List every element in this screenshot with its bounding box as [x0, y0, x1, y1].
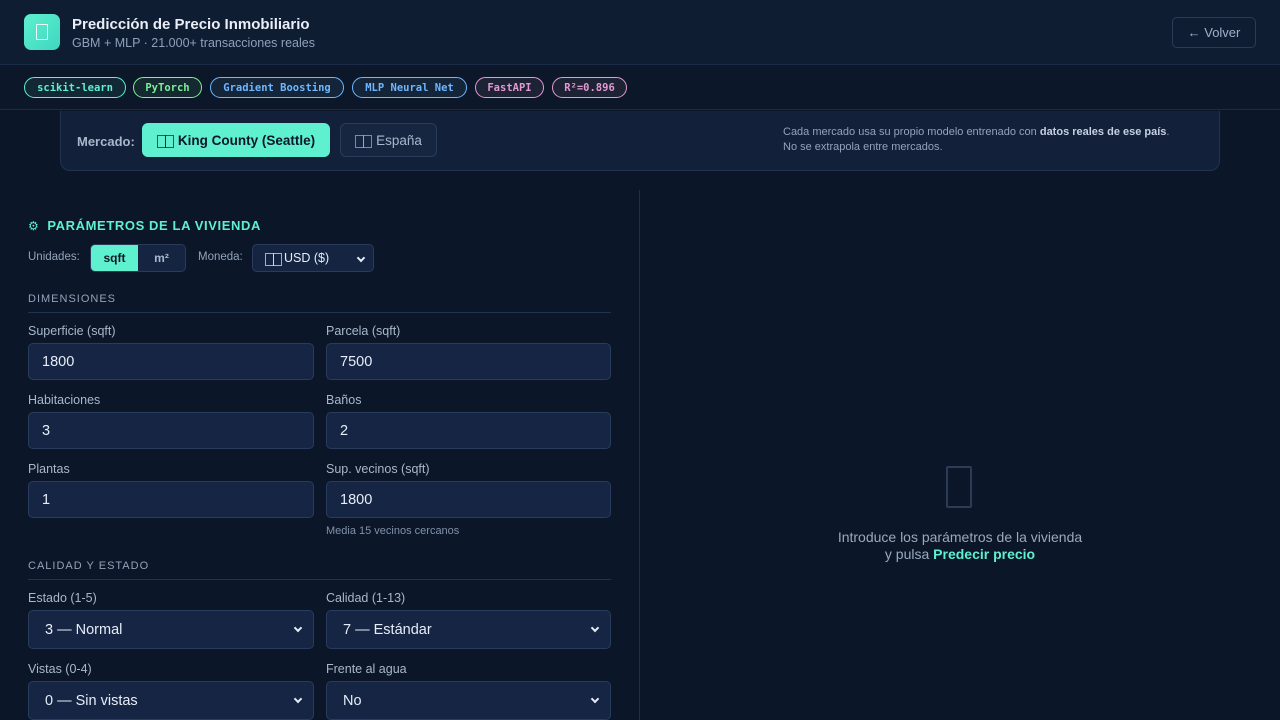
bathrooms-input[interactable]: 2 — [326, 412, 611, 449]
page-title: Predicción de Precio Inmobiliario — [72, 16, 310, 33]
units-m2-button[interactable]: m² — [138, 245, 185, 271]
chevron-down-icon — [590, 623, 600, 633]
market-option-label: King County (Seattle) — [177, 132, 316, 148]
market-option-spain[interactable]: España — [340, 123, 437, 157]
units-label: Unidades: — [28, 251, 80, 263]
es-flag-icon — [355, 134, 373, 148]
tech-tags-bar: scikit-learn PyTorch Gradient Boosting M… — [0, 65, 1280, 110]
lot-input[interactable]: 7500 — [326, 343, 611, 380]
market-option-label: España — [376, 132, 422, 148]
params-section-title: ⚙ PARÁMETROS DE LA VIVIENDA — [28, 218, 261, 233]
floors-input[interactable]: 1 — [28, 481, 314, 518]
chevron-down-icon — [356, 253, 366, 263]
grade-label: Calidad (1-13) — [326, 591, 406, 605]
waterfront-select[interactable]: No — [326, 681, 611, 720]
lot-label: Parcela (sqft) — [326, 324, 401, 338]
units-sqft-button[interactable]: sqft — [91, 245, 138, 271]
neighbors-input[interactable]: 1800 — [326, 481, 611, 518]
bedrooms-input[interactable]: 3 — [28, 412, 314, 449]
surface-label: Superficie (sqft) — [28, 324, 116, 338]
chevron-down-icon — [590, 694, 600, 704]
gear-icon: ⚙ — [28, 218, 40, 233]
result-placeholder: Introduce los parámetros de la vivienda … — [837, 529, 1083, 562]
predict-price-hint: Predecir precio — [933, 546, 1036, 562]
us-flag-icon — [265, 252, 282, 266]
tag-pytorch: PyTorch — [133, 77, 202, 98]
quality-group-title: CALIDAD Y ESTADO — [28, 560, 611, 580]
neighbors-hint: Media 15 vecinos cercanos — [326, 525, 460, 537]
currency-select[interactable]: USD ($) — [252, 244, 374, 272]
app-header: Predicción de Precio Inmobiliario GBM + … — [0, 0, 1280, 65]
market-note: Cada mercado usa su propio modelo entren… — [783, 126, 1170, 153]
house-placeholder-icon — [946, 466, 972, 508]
bathrooms-label: Baños — [326, 393, 362, 407]
back-button[interactable]: ← Volver — [1172, 17, 1256, 48]
view-select[interactable]: 0 — Sin vistas — [28, 681, 314, 720]
condition-label: Estado (1-5) — [28, 591, 97, 605]
tag-fastapi: FastAPI — [475, 77, 544, 98]
dimensions-group-title: DIMENSIONES — [28, 293, 611, 313]
market-option-king-county[interactable]: King County (Seattle) — [142, 123, 330, 157]
condition-select[interactable]: 3 — Normal — [28, 610, 314, 649]
view-label: Vistas (0-4) — [28, 662, 92, 676]
app-logo — [24, 14, 60, 50]
currency-label: Moneda: — [198, 251, 243, 263]
waterfront-label: Frente al agua — [326, 662, 407, 676]
neighbors-label: Sup. vecinos (sqft) — [326, 462, 430, 476]
panel-divider — [639, 190, 640, 720]
units-toggle: sqft m² — [90, 244, 186, 272]
tag-gradient-boosting: Gradient Boosting — [210, 77, 344, 98]
bedrooms-label: Habitaciones — [28, 393, 101, 407]
market-label: Mercado: — [77, 134, 135, 149]
chevron-down-icon — [293, 694, 303, 704]
us-flag-icon — [156, 134, 174, 148]
tag-r2-score: R²=0.896 — [552, 77, 627, 98]
grade-select[interactable]: 7 — Estándar — [326, 610, 611, 649]
tag-mlp-neural-net: MLP Neural Net — [352, 77, 467, 98]
surface-input[interactable]: 1800 — [28, 343, 314, 380]
house-icon — [36, 24, 48, 40]
page-subtitle: GBM + MLP · 21.000+ transacciones reales — [72, 36, 315, 50]
chevron-down-icon — [293, 623, 303, 633]
floors-label: Plantas — [28, 462, 70, 476]
market-selector: Mercado: King County (Seattle) España Ca… — [60, 111, 1220, 171]
tag-scikit-learn: scikit-learn — [24, 77, 126, 98]
